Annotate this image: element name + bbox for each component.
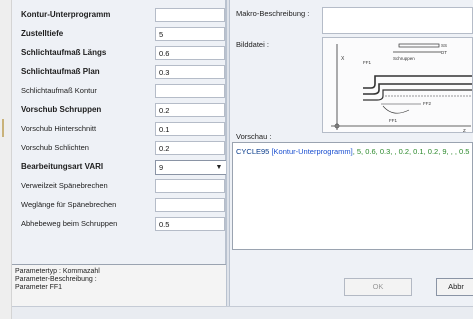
cancel-button[interactable]: Abbr (436, 278, 473, 296)
param-label: Weglänge für Spänebrechen (21, 200, 117, 209)
param-row-zustelltiefe: Zustelltiefe 5 (12, 25, 226, 44)
param-row-vorschub-schlichten: Vorschub Schlichten 0.2 (12, 139, 226, 158)
param-label: Abhebeweg beim Schruppen (21, 219, 118, 228)
vorschau-textarea[interactable]: CYCLE95 [Kontur-Unterprogramm], 5, 0.6, … (232, 142, 473, 250)
tool-path-top (398, 43, 440, 48)
param-row-schlichtaufmass-plan: Schlichtaufmaß Plan 0.3 (12, 63, 226, 82)
param-label: Schlichtaufmaß Längs (21, 48, 107, 57)
window-edge (0, 0, 12, 319)
diagram-label-ff1-bottom: FF1 (389, 118, 397, 123)
diagram-label-x: X (341, 56, 345, 62)
diagram-label-z: Z (463, 128, 466, 133)
param-row-abhebeweg: Abhebeweg beim Schruppen 0.5 (12, 215, 226, 234)
contour-finish (363, 83, 472, 95)
diagram-label-dt: DT (441, 50, 447, 55)
status-beschreibung: Parameter-Beschreibung : (15, 276, 97, 283)
vorschub-hinterschnitt-input[interactable]: 0.1 (155, 122, 225, 136)
param-row-vorschub-hinterschnitt: Vorschub Hinterschnitt 0.1 (12, 120, 226, 139)
status-parameter: Parameter FF1 (15, 284, 63, 291)
diagram-label-schruppen: Schruppen (393, 56, 415, 61)
param-row-vorschub-schruppen: Vorschub Schruppen 0.2 (12, 101, 226, 120)
vorschau-code-line: CYCLE95 [Kontur-Unterprogramm], 5, 0.6, … (236, 147, 469, 156)
diagram-label-ff2: FF2 (423, 101, 431, 106)
kontur-placeholder: [Kontur-Unterprogramm] (271, 147, 353, 156)
vorschub-schlichten-input[interactable]: 0.2 (155, 141, 225, 155)
chevron-down-icon[interactable]: ▼ (214, 163, 224, 172)
parameter-panel: Kontur-Unterprogramm Zustelltiefe 5 Schl… (12, 0, 227, 264)
param-row-verweilzeit: Verweilzeit Spänebrechen (12, 177, 226, 196)
kontur-unterprogramm-input[interactable] (155, 8, 225, 22)
weglaenge-input[interactable] (155, 198, 225, 212)
param-row-schlichtaufmass-kontur: Schlichtaufmaß Kontur (12, 82, 226, 101)
diagram-label-ss: SS (441, 43, 447, 48)
param-label: Schlichtaufmaß Plan (21, 67, 100, 76)
makro-beschreibung-field[interactable] (322, 7, 473, 34)
schlichtaufmass-laengs-input[interactable]: 0.6 (155, 46, 225, 60)
param-label: Verweilzeit Spänebrechen (21, 181, 108, 190)
verweilzeit-input[interactable] (155, 179, 225, 193)
schlichtaufmass-kontur-input[interactable] (155, 84, 225, 98)
param-row-schlichtaufmass-laengs: Schlichtaufmaß Längs 0.6 (12, 44, 226, 63)
ok-button[interactable]: OK (344, 278, 412, 296)
makro-label: Makro-Beschreibung : (236, 9, 310, 18)
zustelltiefe-input[interactable]: 5 (155, 27, 225, 41)
bearbeitungsart-select[interactable]: 9 ▼ (155, 160, 227, 175)
cycle-keyword: CYCLE95 (236, 147, 272, 156)
diagram-label-ff1-top: FF1 (363, 60, 371, 65)
select-value: 9 (159, 163, 164, 172)
param-row-weglaenge: Weglänge für Spänebrechen (12, 196, 226, 215)
bilddatei-label: Bilddatei : (236, 40, 269, 49)
param-label: Kontur-Unterprogramm (21, 10, 111, 19)
param-label: Bearbeitungsart VARI (21, 162, 104, 171)
ff1-arc (382, 105, 410, 114)
abhebeweg-input[interactable]: 0.5 (155, 217, 225, 231)
preview-panel: Makro-Beschreibung : Bilddatei : X SS DT… (230, 0, 473, 319)
cycle-values: , 5, 0.6, 0.3, , 0.2, 0.1, 0.2, 9, , , 0… (352, 147, 470, 156)
vorschau-label: Vorschau : (236, 132, 272, 141)
status-parametertyp: Parametertyp : Kommazahl (15, 268, 100, 275)
param-row-bearbeitungsart: Bearbeitungsart VARI 9 ▼ (12, 158, 227, 177)
param-label: Schlichtaufmaß Kontur (21, 86, 97, 95)
param-label: Vorschub Schlichten (21, 143, 89, 152)
edge-marker (2, 119, 4, 137)
param-label: Vorschub Hinterschnitt (21, 124, 97, 133)
param-row-kontur-unterprogramm: Kontur-Unterprogramm (12, 6, 226, 25)
bottom-bar (12, 306, 473, 319)
schlichtaufmass-plan-input[interactable]: 0.3 (155, 65, 225, 79)
turning-cycle-diagram: X SS DT Schruppen FF1 FF2 FF1 Z (331, 43, 472, 133)
vorschub-schruppen-input[interactable]: 0.2 (155, 103, 225, 117)
param-label: Zustelltiefe (21, 29, 64, 38)
bilddatei-image: X SS DT Schruppen FF1 FF2 FF1 Z (322, 37, 473, 133)
param-label: Vorschub Schruppen (21, 105, 102, 114)
